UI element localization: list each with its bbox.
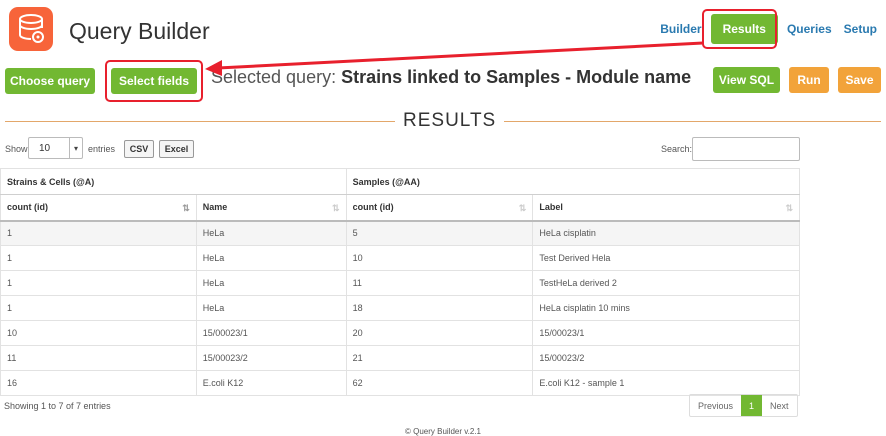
sort-icon: ⇅ [518, 203, 527, 213]
database-gear-icon [19, 14, 44, 43]
footer-credit: © Query Builder v.2.1 [405, 427, 481, 436]
group-header-strains: Strains & Cells (@A) [0, 168, 347, 195]
sort-icon: ⇅ [785, 203, 793, 213]
show-label: Show [5, 144, 28, 154]
table-cell: 10 [0, 320, 197, 346]
selected-query-name: Strains linked to Samples - Module name [341, 67, 692, 87]
column-header-count-samples[interactable]: count (id) ⇅ [345, 194, 534, 222]
sort-icon: ⇅ [332, 203, 340, 213]
table-cell: HeLa cisplatin 10 mins [532, 295, 800, 321]
entries-label: entries [88, 144, 116, 154]
table-cell: 1 [0, 245, 197, 271]
page-1-button[interactable]: 1 [741, 395, 763, 416]
table-row: 1 HeLa 11 TestHeLa derived 2 [0, 270, 800, 296]
selected-query-prefix: Selected query: [211, 67, 337, 87]
sort-asc-icon: ⇅ [182, 203, 190, 213]
table-cell: 11 [0, 345, 197, 371]
entries-length-select[interactable]: 10 ▾ [28, 137, 83, 159]
search-label: Search: [661, 144, 693, 154]
app-title: Query Builder [69, 18, 210, 44]
pagination: Previous 1 Next [689, 394, 798, 417]
search-input[interactable] [692, 137, 800, 161]
table-cell: HeLa cisplatin [532, 220, 800, 246]
table-cell: 15/00023/2 [532, 345, 800, 371]
table-cell: TestHeLa derived 2 [532, 270, 800, 296]
results-heading: RESULTS [395, 110, 505, 132]
run-button[interactable]: Run [789, 67, 829, 93]
table-cell: HeLa [195, 295, 347, 321]
nav-builder[interactable]: Builder [660, 22, 701, 36]
table-row: 1 HeLa 18 HeLa cisplatin 10 mins [0, 295, 800, 321]
app-logo [9, 7, 53, 51]
table-cell: HeLa [195, 220, 347, 246]
table-cell: 18 [345, 295, 534, 321]
table-cell: HeLa [195, 245, 347, 271]
table-cell: 1 [0, 270, 197, 296]
table-cell: 15/00023/1 [532, 320, 800, 346]
results-table: Strains & Cells (@A) Samples (@AA) count… [0, 168, 801, 396]
next-page-button[interactable]: Next [762, 395, 797, 416]
table-cell: 15/00023/2 [195, 345, 347, 371]
table-cell: 11 [345, 270, 534, 296]
save-button[interactable]: Save [838, 67, 881, 93]
table-cell: 5 [345, 220, 534, 246]
table-cell: 1 [0, 295, 197, 321]
table-row: 1 HeLa 10 Test Derived Hela [0, 245, 800, 271]
column-header-name[interactable]: Name ⇅ [195, 194, 347, 222]
previous-page-button[interactable]: Previous [690, 395, 741, 416]
table-cell: 21 [345, 345, 534, 371]
entries-length-value: 10 [39, 142, 51, 154]
table-cell: 1 [0, 220, 197, 246]
column-header-count-strains[interactable]: count (id) ⇅ [0, 194, 197, 222]
table-cell: 16 [0, 370, 197, 396]
table-row: 1 HeLa 5 HeLa cisplatin [0, 220, 800, 246]
column-header-label[interactable]: Label ⇅ [532, 194, 800, 222]
excel-button[interactable]: Excel [159, 140, 194, 158]
chevron-down-icon: ▾ [69, 138, 82, 158]
table-cell: Test Derived Hela [532, 245, 800, 271]
table-info: Showing 1 to 7 of 7 entries [4, 401, 111, 411]
table-cell: 15/00023/1 [195, 320, 347, 346]
selected-query-label: Selected query: Strains linked to Sample… [211, 67, 691, 88]
group-header-samples: Samples (@AA) [345, 168, 801, 195]
table-cell: 10 [345, 245, 534, 271]
table-cell: HeLa [195, 270, 347, 296]
nav-queries[interactable]: Queries [787, 22, 832, 36]
choose-query-button[interactable]: Choose query [5, 68, 95, 94]
table-cell: 20 [345, 320, 534, 346]
table-cell: E.coli K12 - sample 1 [532, 370, 800, 396]
table-row: 16 E.coli K12 62 E.coli K12 - sample 1 [0, 370, 800, 396]
table-cell: E.coli K12 [195, 370, 347, 396]
csv-button[interactable]: CSV [124, 140, 154, 158]
select-fields-highlight-box [105, 60, 203, 102]
table-row: 10 15/00023/1 20 15/00023/1 [0, 320, 800, 346]
results-highlight-box [702, 9, 777, 49]
nav-setup[interactable]: Setup [844, 22, 877, 36]
view-sql-button[interactable]: View SQL [713, 67, 780, 93]
table-cell: 62 [345, 370, 534, 396]
table-row: 11 15/00023/2 21 15/00023/2 [0, 345, 800, 371]
